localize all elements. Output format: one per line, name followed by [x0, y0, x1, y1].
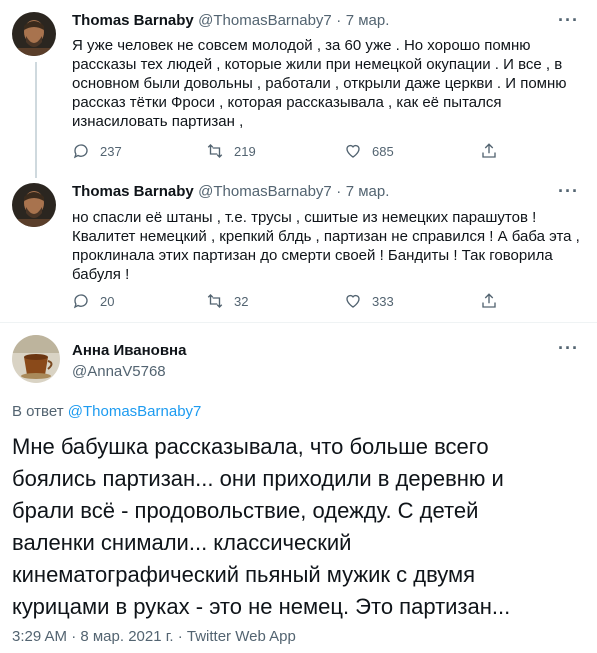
author-name[interactable]: Thomas Barnaby [72, 183, 194, 200]
reply-button[interactable]: 20 [72, 292, 114, 310]
reply-icon [73, 144, 88, 159]
tweet-line: бабуля ! [72, 266, 130, 283]
separator: · [336, 183, 342, 200]
tweet-timestamp[interactable]: 3:29 AM · 8 мар. 2021 г. · Twitter Web A… [12, 628, 296, 645]
tweet-line: проклинала этих партизан до смерти своей… [72, 247, 553, 264]
tweet-line: кинематографический пьяный мужик с двумя [12, 562, 476, 587]
share-button[interactable] [480, 142, 498, 160]
tweet-actions: 20 32 333 [72, 292, 557, 314]
author-handle[interactable]: @AnnaV5768 [72, 363, 166, 380]
share-icon [482, 293, 496, 308]
tweet-text: но спасли её штаны , т.е. трусы , сшитые… [72, 208, 582, 284]
main-tweet-text: Мне бабушка рассказывала, что больше все… [12, 431, 579, 623]
like-count: 333 [372, 293, 394, 309]
tweet-line: Я уже человек не совсем молодой , за 60 … [72, 37, 531, 54]
share-icon [482, 143, 496, 158]
main-tweet: Анна Ивановна @AnnaV5768 ··· В ответ @Th… [0, 323, 597, 653]
reply-icon [73, 294, 88, 309]
retweet-icon [207, 294, 223, 308]
reply-count: 20 [100, 293, 115, 309]
tweet-1[interactable]: Thomas Barnaby @ThomasBarnaby7 · 7 мар. … [0, 0, 597, 175]
tweet-line: изнасиловать партизан , [72, 113, 244, 130]
tweet-line: Мне бабушка рассказывала, что больше все… [12, 434, 489, 459]
reply-handle-link[interactable]: @ThomasBarnaby7 [68, 403, 202, 420]
tweet-date[interactable]: 7 мар. [346, 12, 390, 29]
like-count: 685 [372, 143, 394, 159]
reply-count: 237 [100, 143, 122, 159]
tweet-line: рассказ тётки Фроси , которая рассказыва… [72, 94, 502, 111]
separator: · [336, 12, 342, 29]
tweet-date[interactable]: 7 мар. [346, 183, 390, 200]
tweet-text: Я уже человек не совсем молодой , за 60 … [72, 36, 582, 131]
tweet-line: основном были довольны , работали , откр… [72, 75, 567, 92]
tweet-line: боялись партизан... они приходили в дере… [12, 466, 504, 491]
like-button[interactable]: 685 [344, 142, 394, 160]
tweet-2[interactable]: Thomas Barnaby @ThomasBarnaby7 · 7 мар. … [0, 175, 597, 322]
share-button[interactable] [480, 292, 498, 310]
heart-icon [346, 144, 360, 158]
retweet-icon [207, 144, 223, 158]
avatar[interactable] [12, 183, 56, 227]
retweet-count: 32 [234, 293, 249, 309]
tweet-actions: 237 219 685 [72, 142, 557, 164]
tweet-line: курицами в руках - это не немец. Это пар… [12, 594, 511, 619]
avatar[interactable] [12, 335, 60, 383]
more-options-icon[interactable]: ··· [558, 10, 579, 31]
author-handle[interactable]: @ThomasBarnaby7 [198, 183, 332, 200]
heart-icon [346, 294, 360, 308]
author-name[interactable]: Анна Ивановна [72, 342, 186, 359]
tweet-line: Квалитет немецкий , крепкий блдь , парти… [72, 228, 580, 245]
more-options-icon[interactable]: ··· [558, 181, 579, 202]
retweet-button[interactable]: 219 [206, 142, 256, 160]
author-name[interactable]: Thomas Barnaby [72, 12, 194, 29]
tweet-line: рассказы тех людей , которые жили при не… [72, 56, 563, 73]
reply-prefix: В ответ [12, 403, 64, 420]
reply-button[interactable]: 237 [72, 142, 122, 160]
retweet-button[interactable]: 32 [206, 292, 248, 310]
tweet-line: брали всё - продовольствие, одежду. С де… [12, 498, 479, 523]
author-handle[interactable]: @ThomasBarnaby7 [198, 12, 332, 29]
tweet-line: валенки снимали... классический [12, 530, 352, 555]
like-button[interactable]: 333 [344, 292, 394, 310]
more-options-icon[interactable]: ··· [558, 338, 579, 359]
reply-context: В ответ @ThomasBarnaby7 [12, 403, 201, 420]
tweet-line: но спасли её штаны , т.е. трусы , сшитые… [72, 209, 537, 226]
avatar[interactable] [12, 12, 56, 56]
retweet-count: 219 [234, 143, 256, 159]
